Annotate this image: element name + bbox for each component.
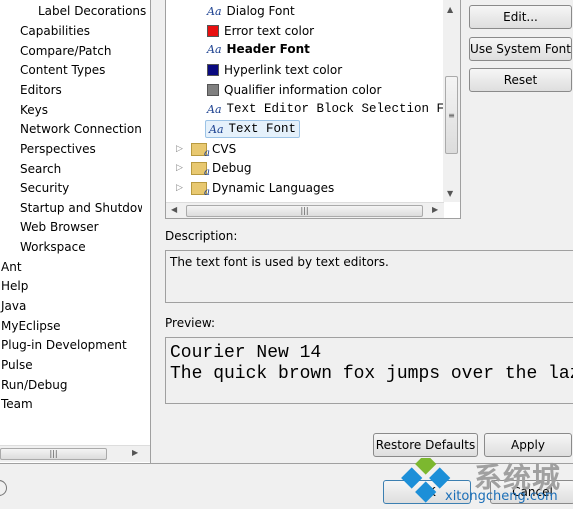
tree-item[interactable]: Team — [1, 397, 33, 411]
item-label: Dialog Font — [226, 4, 295, 18]
item-label: Qualifier information color — [224, 83, 382, 97]
edit-button[interactable]: Edit... — [469, 5, 572, 29]
item-label: CVS — [212, 142, 237, 156]
preview-line: Courier New 14 — [170, 343, 322, 363]
ok-button[interactable]: OK — [383, 480, 471, 504]
font-icon: Aa — [209, 122, 224, 136]
help-icon[interactable] — [0, 480, 7, 496]
tree-item[interactable]: Workspace — [20, 240, 86, 254]
reset-button[interactable]: Reset — [469, 68, 572, 92]
cancel-button[interactable]: Cancel — [490, 480, 573, 504]
tree-item[interactable]: MyEclipse — [1, 319, 61, 333]
scroll-thumb[interactable]: ≡ — [445, 76, 458, 154]
preview-box: Courier New 14 The quick brown fox jumps… — [165, 337, 573, 404]
tree-item[interactable]: Keys — [20, 103, 48, 117]
item-label: Text Font — [228, 122, 297, 136]
item-label: Text Editor Block Selection Font — [226, 102, 461, 116]
item-label: Header Font — [226, 42, 310, 56]
restore-defaults-button[interactable]: Restore Defaults — [373, 433, 478, 457]
description-label: Description: — [165, 229, 238, 243]
tree-item-block-selection-font[interactable]: Aa Text Editor Block Selection Font — [207, 100, 461, 118]
tree-item[interactable]: Pulse — [1, 358, 33, 372]
tree-item-cvs[interactable]: ▷ CVS — [176, 140, 237, 159]
tree-item[interactable]: Label Decorations — [38, 4, 146, 18]
vertical-scrollbar[interactable]: ▲ ≡ ▼ — [443, 0, 460, 202]
tree-item-dialog-font[interactable]: Aa Dialog Font — [207, 2, 295, 20]
tree-item[interactable]: Capabilities — [20, 24, 90, 38]
scroll-thumb[interactable]: ||| — [0, 448, 107, 460]
color-swatch-icon — [207, 64, 219, 76]
scroll-right-icon[interactable]: ▶ — [132, 448, 138, 457]
scroll-thumb[interactable]: ||| — [186, 205, 423, 217]
tree-item-dynamic-languages[interactable]: ▷ Dynamic Languages — [176, 179, 335, 198]
tree-item[interactable]: Web Browser — [20, 220, 99, 234]
folder-icon — [191, 142, 210, 159]
tree-item[interactable]: Network Connections — [20, 122, 142, 136]
expand-icon[interactable]: ▷ — [176, 144, 186, 154]
tree-item-hyperlink-color[interactable]: Hyperlink text color — [207, 61, 342, 79]
description-text: The text font is used by text editors. — [165, 250, 573, 303]
tree-item[interactable]: Search — [20, 162, 61, 176]
tree-item-debug[interactable]: ▷ Debug — [176, 159, 252, 178]
font-icon: Aa — [207, 4, 222, 18]
tree-item[interactable]: Java — [1, 299, 26, 313]
tree-item-error-color[interactable]: Error text color — [207, 22, 314, 40]
tree-item[interactable]: Help — [1, 279, 28, 293]
preview-label: Preview: — [165, 316, 216, 330]
scroll-down-icon[interactable]: ▼ — [447, 189, 453, 198]
apply-button[interactable]: Apply — [484, 433, 572, 457]
item-label: Debug — [212, 161, 252, 175]
tree-item[interactable]: Perspectives — [20, 142, 96, 156]
tree-item[interactable]: Ant — [1, 260, 22, 274]
font-icon: Aa — [207, 102, 222, 116]
tree-item[interactable]: Content Types — [20, 63, 105, 77]
horizontal-scrollbar[interactable]: ||| ▶ — [0, 445, 150, 462]
color-swatch-icon — [207, 25, 219, 37]
tree-item-header-font[interactable]: Aa Header Font — [207, 40, 310, 58]
divider — [0, 463, 573, 464]
expand-icon[interactable]: ▷ — [176, 163, 186, 173]
tree-item-text-font[interactable]: Aa Text Font — [205, 120, 301, 138]
tree-item[interactable]: Security — [20, 181, 69, 195]
color-swatch-icon — [207, 84, 219, 96]
tree-item-qualifier-color[interactable]: Qualifier information color — [207, 81, 381, 99]
item-label: Dynamic Languages — [212, 181, 335, 195]
folder-icon — [191, 161, 210, 178]
use-system-font-button[interactable]: Use System Font — [469, 37, 572, 61]
tree-item[interactable]: Plug-in Development — [1, 338, 127, 352]
tree-item[interactable]: Startup and Shutdown — [20, 201, 142, 215]
horizontal-scrollbar[interactable]: ◀ ||| ▶ — [166, 202, 444, 218]
scroll-left-icon[interactable]: ◀ — [171, 205, 177, 214]
font-icon: Aa — [207, 42, 222, 56]
folder-icon — [191, 181, 210, 198]
preview-line: The quick brown fox jumps over the lazy … — [170, 364, 573, 384]
item-label: Error text color — [224, 24, 315, 38]
tree-item[interactable]: Compare/Patch — [20, 44, 111, 58]
item-label: Hyperlink text color — [224, 63, 343, 77]
preferences-tree[interactable]: Label Decorations Capabilities Compare/P… — [0, 0, 151, 463]
colors-fonts-tree[interactable]: Aa Dialog Font Error text color Aa Header … — [165, 0, 461, 219]
scroll-right-icon[interactable]: ▶ — [432, 205, 438, 214]
expand-icon[interactable]: ▷ — [176, 183, 186, 193]
scroll-up-icon[interactable]: ▲ — [447, 5, 453, 14]
tree-item[interactable]: Run/Debug — [1, 378, 68, 392]
tree-item[interactable]: Editors — [20, 83, 62, 97]
